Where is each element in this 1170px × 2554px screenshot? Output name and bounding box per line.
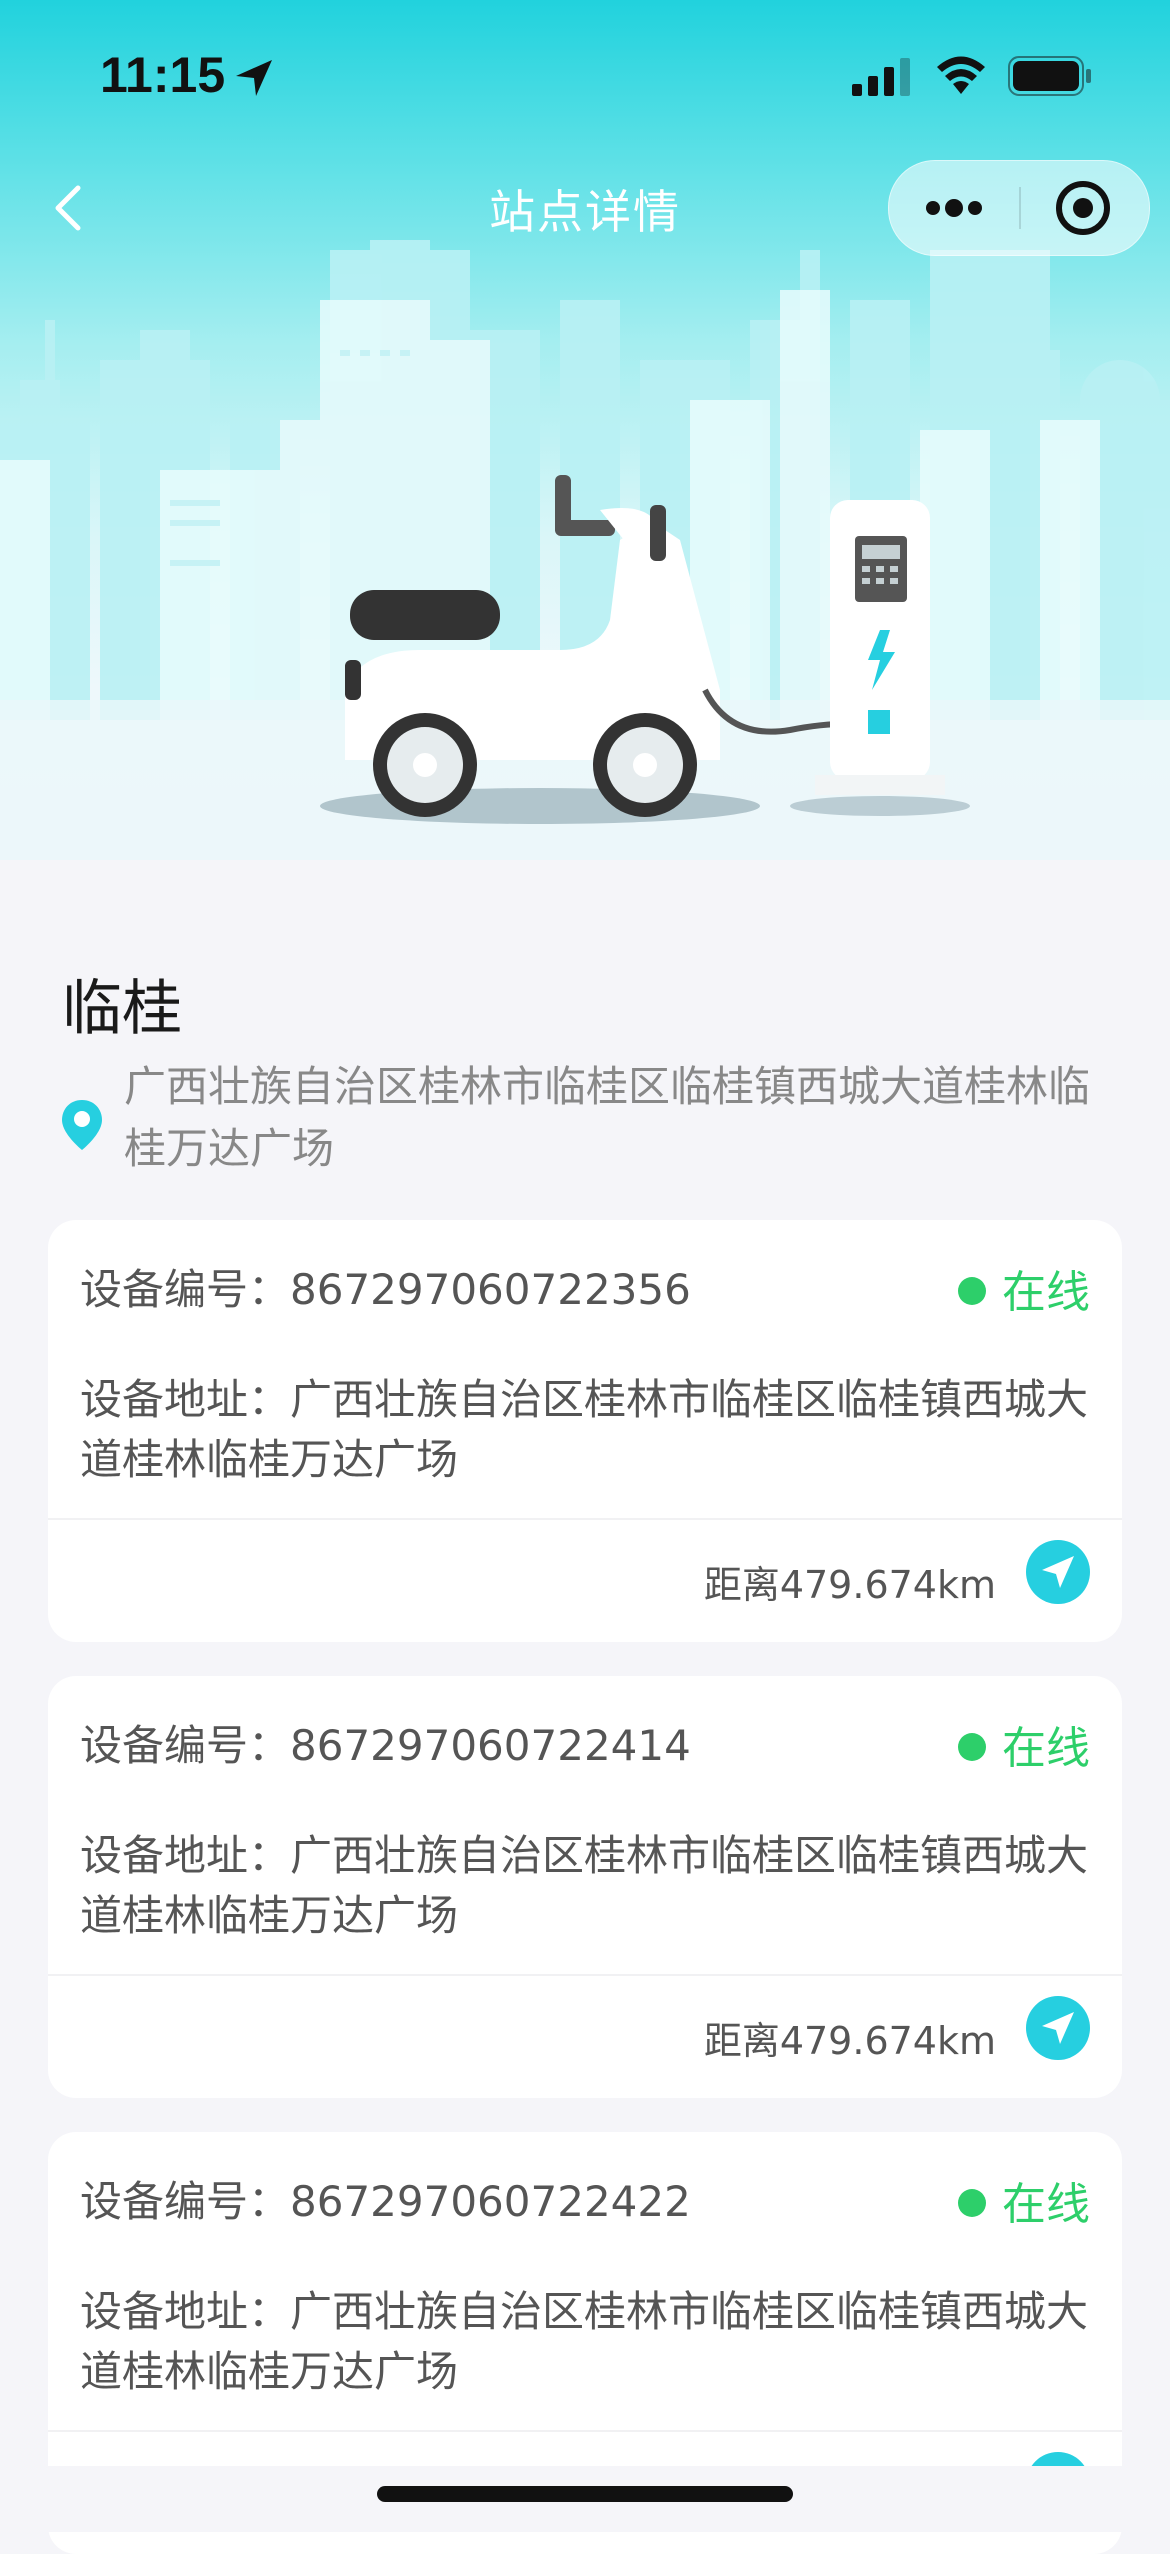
status-badge: 在线 bbox=[958, 2168, 1090, 2232]
target-circle-icon bbox=[1056, 181, 1110, 235]
mini-program-capsule bbox=[888, 160, 1150, 256]
device-id: 设备编号：867297060722414 bbox=[80, 1721, 691, 1770]
device-id: 设备编号：867297060722356 bbox=[80, 1265, 691, 1314]
divider bbox=[48, 1518, 1122, 1520]
status-text: 在线 bbox=[1002, 1723, 1090, 1774]
distance-text: 距离479.674km bbox=[703, 2019, 996, 2063]
battery-icon bbox=[1008, 56, 1091, 96]
more-dots-icon bbox=[926, 199, 982, 217]
navigate-button[interactable] bbox=[1026, 1540, 1090, 1604]
distance-text: 距离479.674km bbox=[703, 1563, 996, 1607]
status-text: 在线 bbox=[1002, 2179, 1090, 2230]
map-pin-icon bbox=[62, 1100, 102, 1150]
status-time: 11:15 bbox=[100, 47, 226, 103]
status-badge: 在线 bbox=[958, 1712, 1090, 1776]
device-card[interactable]: 设备编号：867297060722414 在线 设备地址：广西壮族自治区桂林市临… bbox=[48, 1676, 1122, 2098]
station-name: 临桂 bbox=[62, 974, 182, 1044]
divider bbox=[48, 1974, 1122, 1976]
device-card[interactable]: 设备编号：867297060722356 在线 设备地址：广西壮族自治区桂林市临… bbox=[48, 1220, 1122, 1642]
wifi-icon bbox=[937, 56, 985, 94]
navigate-button[interactable] bbox=[1026, 1996, 1090, 2060]
device-address: 设备地址：广西壮族自治区桂林市临桂区临桂镇西城大道桂林临桂万达广场 bbox=[80, 1375, 1089, 1484]
device-address: 设备地址：广西壮族自治区桂林市临桂区临桂镇西城大道桂林临桂万达广场 bbox=[80, 1831, 1089, 1940]
online-dot-icon bbox=[958, 1733, 986, 1761]
online-dot-icon bbox=[958, 1277, 986, 1305]
navigate-arrow-icon bbox=[1042, 1556, 1074, 1588]
home-indicator[interactable] bbox=[377, 2486, 793, 2502]
device-id: 设备编号：867297060722422 bbox=[80, 2177, 691, 2226]
more-button[interactable] bbox=[889, 161, 1019, 255]
close-button[interactable] bbox=[1021, 161, 1149, 255]
location-arrow-icon bbox=[236, 60, 272, 96]
device-address: 设备地址：广西壮族自治区桂林市临桂区临桂镇西城大道桂林临桂万达广场 bbox=[80, 2287, 1089, 2396]
signal-icon bbox=[852, 58, 910, 96]
status-bar: 11:15 bbox=[0, 0, 1170, 150]
navigate-arrow-icon bbox=[1042, 2012, 1074, 2044]
online-dot-icon bbox=[958, 2189, 986, 2217]
status-text: 在线 bbox=[1002, 1267, 1090, 1318]
status-badge: 在线 bbox=[958, 1256, 1090, 1320]
station-address: 广西壮族自治区桂林市临桂区临桂镇西城大道桂林临桂万达广场 bbox=[124, 1062, 1091, 1173]
divider bbox=[48, 2430, 1122, 2432]
